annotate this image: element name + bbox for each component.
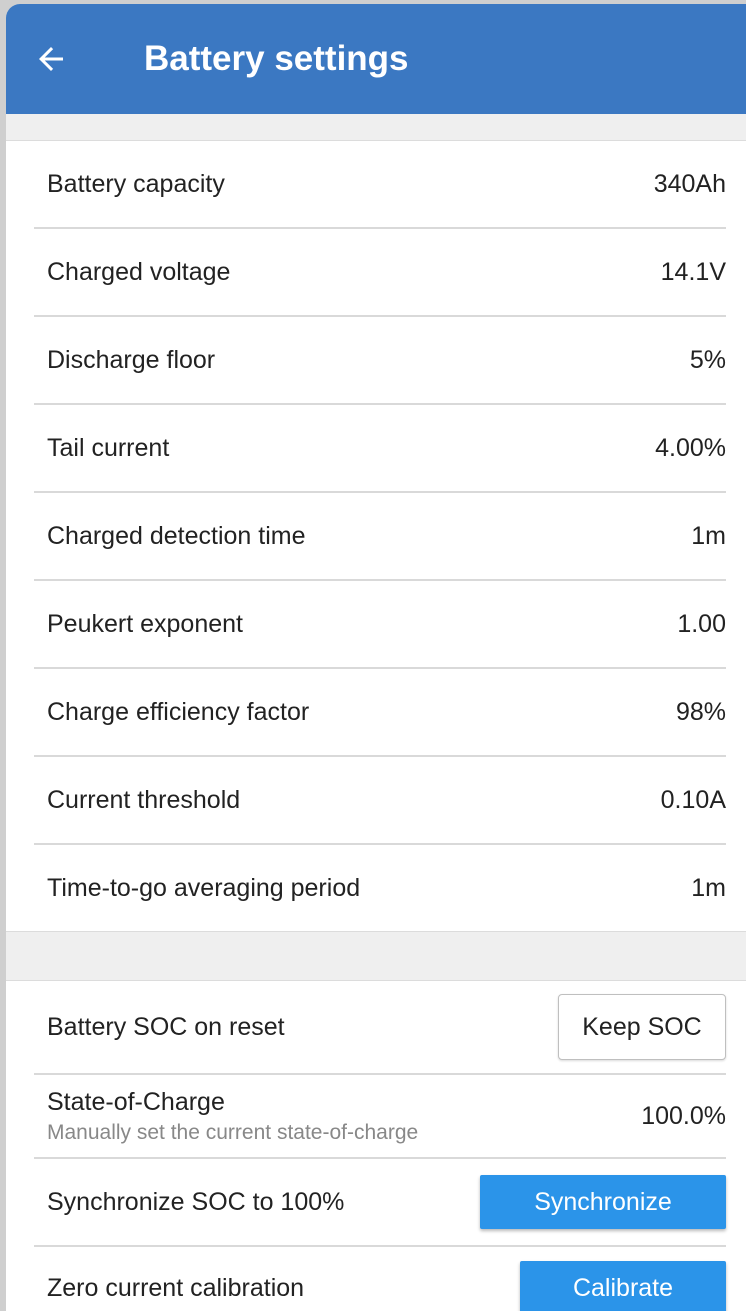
arrow-left-icon xyxy=(39,47,63,71)
setting-time-to-go-averaging-period[interactable]: Time-to-go averaging period 1m xyxy=(34,845,726,931)
setting-label: Discharge floor xyxy=(47,345,216,374)
setting-sublabel: Manually set the current state-of-charge xyxy=(47,1120,419,1144)
synchronize-button[interactable]: Synchronize xyxy=(480,1175,726,1229)
setting-value: 4.00% xyxy=(655,433,726,462)
setting-value: 1m xyxy=(691,521,726,550)
setting-value: 1m xyxy=(691,873,726,902)
keep-soc-button[interactable]: Keep SOC xyxy=(558,994,726,1060)
setting-label-group: State-of-Charge Manually set the current… xyxy=(34,1088,418,1145)
setting-battery-capacity[interactable]: Battery capacity 340Ah xyxy=(34,141,726,229)
setting-label: Current threshold xyxy=(47,785,241,814)
setting-label: Zero current calibration xyxy=(47,1273,305,1302)
setting-label: Battery capacity xyxy=(47,169,225,198)
setting-zero-current-calibration: Zero current calibration Calibrate xyxy=(34,1247,726,1311)
setting-discharge-floor[interactable]: Discharge floor 5% xyxy=(34,317,726,405)
battery-settings-list: Battery capacity 340Ah Charged voltage 1… xyxy=(6,141,746,931)
setting-label: State-of-Charge xyxy=(47,1087,225,1116)
setting-current-threshold[interactable]: Current threshold 0.10A xyxy=(34,757,726,845)
setting-soc-on-reset: Battery SOC on reset Keep SOC xyxy=(34,981,726,1075)
setting-label: Peukert exponent xyxy=(47,609,243,638)
setting-label: Time-to-go averaging period xyxy=(47,873,361,902)
back-button[interactable] xyxy=(6,4,96,114)
setting-value: 100.0% xyxy=(641,1101,726,1130)
setting-tail-current[interactable]: Tail current 4.00% xyxy=(34,405,726,493)
setting-value: 340Ah xyxy=(653,169,726,198)
calibrate-button[interactable]: Calibrate xyxy=(520,1261,726,1311)
setting-value: 1.00 xyxy=(677,609,726,638)
section-spacer xyxy=(6,931,746,981)
setting-charged-detection-time[interactable]: Charged detection time 1m xyxy=(34,493,726,581)
setting-value: 5% xyxy=(689,345,726,374)
app-bar: Battery settings xyxy=(6,4,746,114)
setting-value: 0.10A xyxy=(660,785,726,814)
setting-peukert-exponent[interactable]: Peukert exponent 1.00 xyxy=(34,581,726,669)
setting-charge-efficiency-factor[interactable]: Charge efficiency factor 98% xyxy=(34,669,726,757)
setting-charged-voltage[interactable]: Charged voltage 14.1V xyxy=(34,229,726,317)
setting-value: 14.1V xyxy=(660,257,726,286)
page-title: Battery settings xyxy=(144,39,409,78)
setting-synchronize-soc: Synchronize SOC to 100% Synchronize xyxy=(34,1159,726,1247)
setting-state-of-charge[interactable]: State-of-Charge Manually set the current… xyxy=(34,1075,726,1159)
app-frame: Battery settings Battery capacity 340Ah … xyxy=(6,4,746,1311)
setting-label: Battery SOC on reset xyxy=(47,1012,285,1041)
section-spacer xyxy=(6,114,746,141)
setting-label: Charged voltage xyxy=(47,257,231,286)
setting-label: Charged detection time xyxy=(47,521,306,550)
soc-settings-list: Battery SOC on reset Keep SOC State-of-C… xyxy=(6,981,746,1311)
setting-label: Synchronize SOC to 100% xyxy=(47,1187,345,1216)
setting-label: Tail current xyxy=(47,433,170,462)
setting-value: 98% xyxy=(675,697,726,726)
setting-label: Charge efficiency factor xyxy=(47,697,310,726)
